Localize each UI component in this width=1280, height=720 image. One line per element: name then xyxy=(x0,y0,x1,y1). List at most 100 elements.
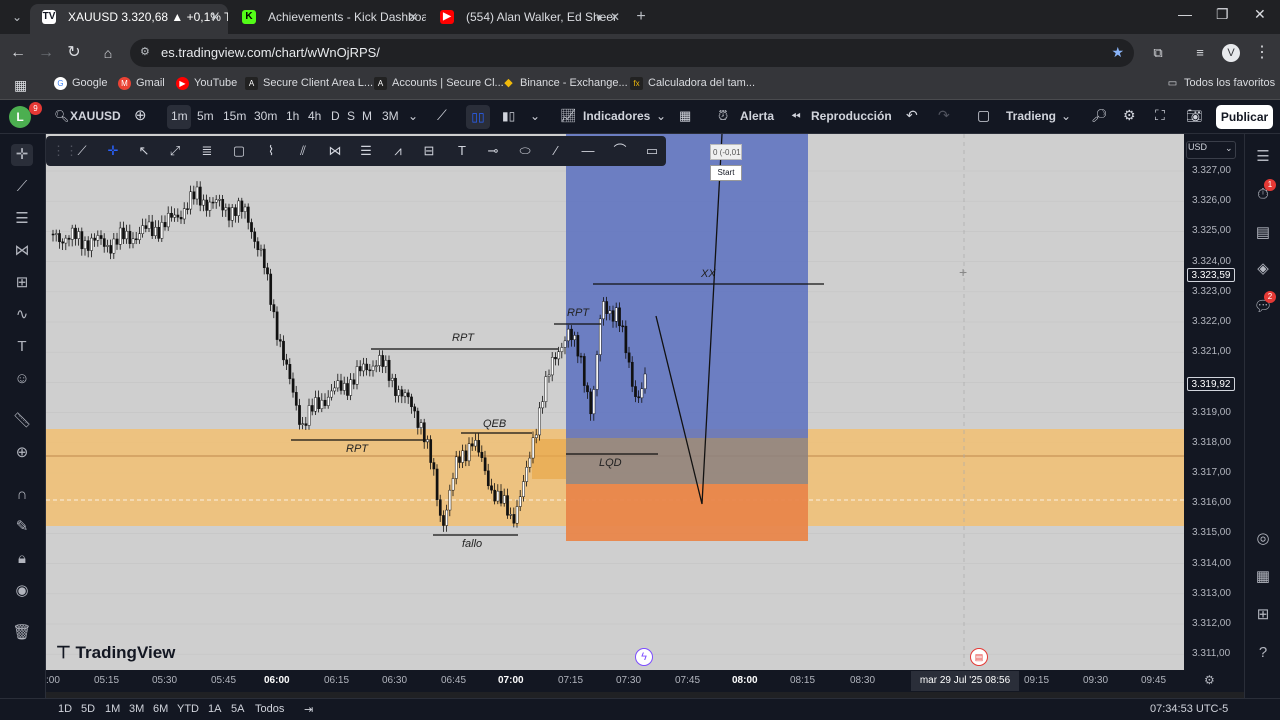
range-ytd[interactable]: YTD xyxy=(177,703,199,715)
redo-icon[interactable]: ↷ xyxy=(938,107,950,124)
site-info-icon[interactable]: ⚙ xyxy=(140,45,150,58)
rectangle-tool-icon[interactable]: ▢ xyxy=(229,142,249,160)
bookmark-binance[interactable]: ◆ Binance - Exchange... xyxy=(502,77,627,89)
stay-drawing-icon[interactable]: ✎ xyxy=(11,516,33,538)
target-icon[interactable]: ◎ xyxy=(1252,528,1274,550)
close-icon[interactable]: ✕ xyxy=(408,4,418,30)
horizontal-line-icon[interactable]: — xyxy=(578,142,598,160)
tab-tradingview[interactable]: TV XAUUSD 3.320,68 ▲ +0,1% Tra ✕ xyxy=(30,4,228,34)
tab-youtube[interactable]: ▶ (554) Alan Walker, Ed Sheer 🔈︎ ✕ xyxy=(428,4,628,34)
indicators-button[interactable]: Indicadores xyxy=(583,109,650,123)
text-tool-icon[interactable]: T xyxy=(452,142,472,160)
price-axis[interactable]: 3.327,00 3.326,00 3.325,00 3.324,00 3.323,00… xyxy=(1184,134,1244,670)
home-icon[interactable]: ⌂ xyxy=(98,43,118,63)
range-todos[interactable]: Todos xyxy=(255,703,284,715)
watchlist-icon[interactable]: ☰ xyxy=(1252,146,1274,168)
news-icon[interactable]: ▤ xyxy=(1252,222,1274,244)
bookmark-secure-client[interactable]: A Secure Client Area L... xyxy=(245,77,373,90)
cross-tool-icon[interactable]: ✛ xyxy=(103,142,123,160)
start-button[interactable]: Start xyxy=(710,165,742,181)
tf-30m[interactable]: 30m xyxy=(254,109,277,123)
replay-icon[interactable]: ⏪︎ xyxy=(791,109,801,124)
candles-icon[interactable]: ▯▯ xyxy=(466,105,490,129)
tf-d[interactable]: D xyxy=(331,109,340,123)
us-flag-event-icon[interactable]: ▤ xyxy=(970,648,988,666)
ruler-icon[interactable]: 📏︎ xyxy=(11,410,33,432)
layout-box-icon[interactable]: ▢ xyxy=(977,107,990,124)
zigzag-tool-icon[interactable]: ⩘ xyxy=(388,142,408,160)
text-icon[interactable]: T xyxy=(11,336,33,358)
bars-icon[interactable]: ▮▯ xyxy=(502,109,515,123)
line-chart-icon[interactable]: ⟋ xyxy=(437,107,447,124)
date-range-icon[interactable]: ⇥ xyxy=(304,703,313,716)
close-icon[interactable]: ✕ xyxy=(210,4,220,30)
back-icon[interactable]: ← xyxy=(8,43,28,63)
calendar-icon[interactable]: ▦ xyxy=(1252,566,1274,588)
bookmark-accounts[interactable]: A Accounts | Secure Cl... xyxy=(374,77,504,90)
profile-avatar[interactable]: V xyxy=(1222,44,1240,62)
tab-kick[interactable]: K Achievements - Kick Dashboard ✕ xyxy=(230,4,426,34)
lightning-event-icon[interactable]: ϟ xyxy=(635,648,653,666)
pattern-icon[interactable]: ⋈ xyxy=(11,240,33,262)
alert-button[interactable]: Alerta xyxy=(740,109,774,123)
brush-icon[interactable]: ∿ xyxy=(11,304,33,326)
range-6m[interactable]: 6M xyxy=(153,703,168,715)
curve-tool-icon[interactable]: ⌒ xyxy=(610,142,630,160)
window-close-icon[interactable]: ✕ xyxy=(1254,6,1266,23)
arrow-tool-icon[interactable]: ↖ xyxy=(134,142,154,160)
maximize-icon[interactable]: ❐ xyxy=(1216,6,1229,23)
eye-icon[interactable]: ◉ xyxy=(11,580,33,602)
tf-4h[interactable]: 4h xyxy=(308,109,321,123)
indicators-icon[interactable]: 📈︎ xyxy=(560,108,577,124)
symbol-search-icon[interactable]: 🔍︎ xyxy=(54,109,69,123)
chevron-down-icon[interactable]: ⌄ xyxy=(408,109,418,123)
time-axis[interactable]: :00 05:15 05:30 05:45 06:00 06:15 06:30 06:45 07… xyxy=(46,670,1244,692)
drag-handle-icon[interactable]: ⋮⋮ xyxy=(52,142,78,160)
trendline-icon[interactable]: ⟋ xyxy=(11,176,33,198)
forward-icon[interactable]: → xyxy=(36,43,56,63)
user-avatar[interactable]: L xyxy=(9,106,31,128)
range-5a[interactable]: 5A xyxy=(231,703,244,715)
path-tool-icon[interactable]: ⌇ xyxy=(261,142,281,160)
tf-1h[interactable]: 1h xyxy=(286,109,299,123)
channel-tool-icon[interactable]: ≣ xyxy=(197,142,217,160)
compare-add-icon[interactable]: ⊕ xyxy=(134,106,147,124)
tf-s[interactable]: S xyxy=(347,109,355,123)
tf-1m[interactable]: 1m xyxy=(171,109,188,123)
fib-tool-icon[interactable]: ☰ xyxy=(356,142,376,160)
media-icon[interactable]: ≡ xyxy=(1190,43,1210,63)
bookmark-gmail[interactable]: M Gmail xyxy=(118,77,165,90)
tf-5m[interactable]: 5m xyxy=(197,109,214,123)
lock-icon[interactable]: 🔒︎ xyxy=(11,548,33,570)
emoji-icon[interactable]: ☺ xyxy=(11,368,33,390)
axis-settings-icon[interactable]: ⚙ xyxy=(1204,673,1215,687)
omnibox[interactable]: ⚙ es.tradingview.com/chart/wWnOjRPS/ ★ xyxy=(130,39,1134,67)
all-bookmarks[interactable]: ▭ Todos los favoritos xyxy=(1166,77,1275,89)
layers-icon[interactable]: ◈ xyxy=(1252,258,1274,280)
menu-icon[interactable]: ⋮ xyxy=(1252,43,1272,63)
layout-name[interactable]: Tradieng xyxy=(1006,109,1056,123)
range-1d[interactable]: 1D xyxy=(58,703,72,715)
prediction-icon[interactable]: ⊞ xyxy=(11,272,33,294)
camera-icon[interactable]: 📷︎ xyxy=(1186,108,1203,124)
crosshair-icon[interactable]: ✛ xyxy=(11,144,33,166)
magnet-icon[interactable]: ∩ xyxy=(11,484,33,506)
bookmark-star-icon[interactable]: ★ xyxy=(1111,44,1124,61)
range-3m[interactable]: 3M xyxy=(129,703,144,715)
alarm-icon[interactable]: ⏰︎ xyxy=(718,108,728,124)
trendline-tool-icon[interactable]: ⟋ xyxy=(72,142,92,160)
range-1a[interactable]: 1A xyxy=(208,703,221,715)
tf-15m[interactable]: 15m xyxy=(223,109,246,123)
pattern-tool-icon[interactable]: ⋈ xyxy=(325,142,345,160)
close-icon[interactable]: ✕ xyxy=(610,4,620,30)
undo-icon[interactable]: ↶ xyxy=(906,107,918,124)
trash-icon[interactable]: 🗑︎ xyxy=(11,622,33,644)
bookmark-youtube[interactable]: ▶ YouTube xyxy=(176,77,237,90)
speaker-icon[interactable]: 🔈︎ xyxy=(597,4,604,30)
help-icon[interactable]: ? xyxy=(1252,642,1274,664)
chevron-down-icon[interactable]: ⌄ xyxy=(656,109,666,123)
ellipse-tool-icon[interactable]: ⬭ xyxy=(515,142,535,160)
tf-m[interactable]: M xyxy=(362,109,372,123)
fullscreen-icon[interactable]: ⛶ xyxy=(1155,107,1165,124)
tab-search-icon[interactable]: ⌄ xyxy=(8,8,26,26)
